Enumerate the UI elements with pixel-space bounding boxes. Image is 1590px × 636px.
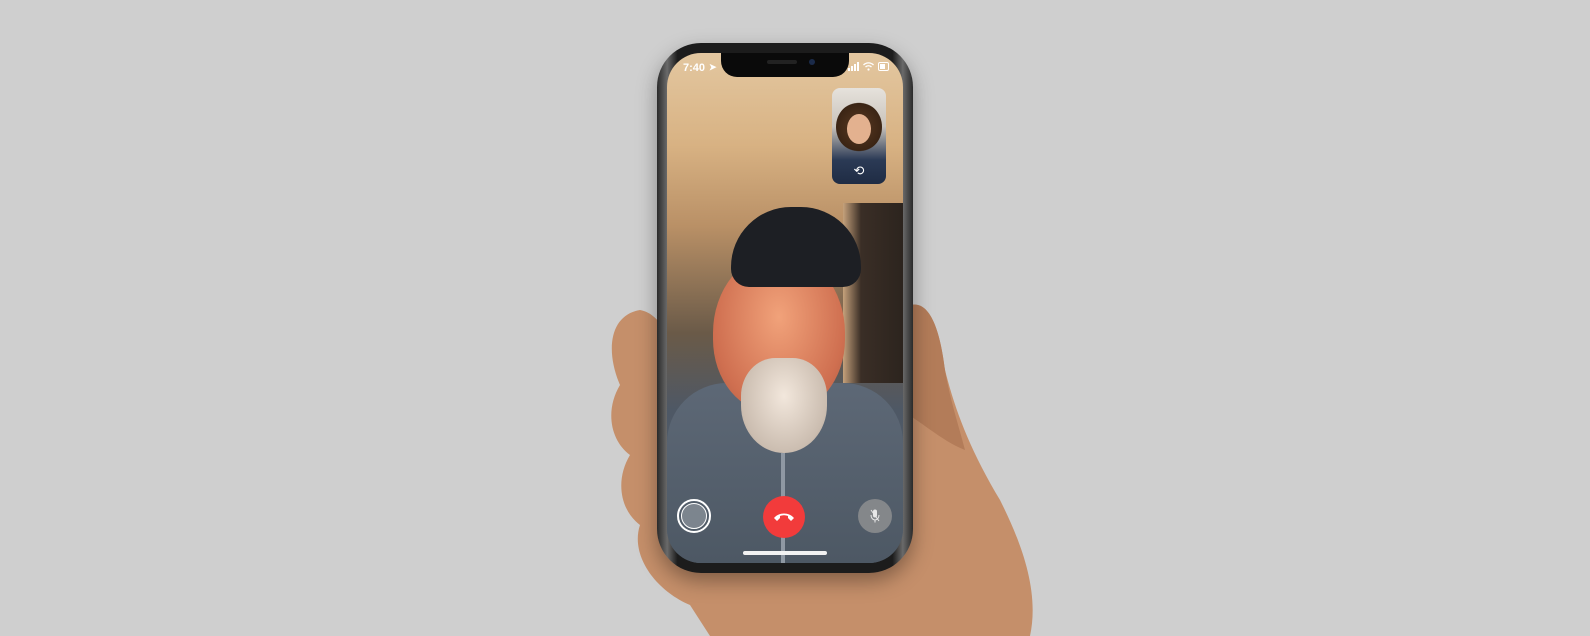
phone: 7:40 ➤ ⟲ — [657, 43, 913, 573]
cap — [731, 207, 861, 287]
mute-button[interactable] — [858, 499, 892, 533]
beard — [741, 358, 827, 453]
facetime-screen: 7:40 ➤ ⟲ — [667, 53, 903, 563]
video-background — [843, 203, 903, 383]
end-call-button[interactable] — [763, 496, 805, 538]
wifi-icon — [863, 62, 874, 71]
live-photo-shutter-button[interactable] — [677, 499, 711, 533]
status-icons — [848, 62, 889, 71]
cellular-signal-icon — [848, 62, 859, 71]
status-time: 7:40 — [683, 62, 706, 74]
mute-microphone-icon — [870, 509, 880, 523]
self-view-pip[interactable]: ⟲ — [832, 88, 886, 184]
battery-icon — [878, 62, 889, 71]
pip-face — [847, 114, 871, 144]
call-controls — [667, 496, 903, 539]
camera-flip-icon[interactable]: ⟲ — [850, 164, 868, 178]
location-arrow-icon: ➤ — [709, 62, 717, 72]
status-bar: 7:40 ➤ — [667, 53, 903, 79]
end-call-icon — [774, 513, 794, 521]
home-indicator[interactable] — [743, 551, 827, 555]
